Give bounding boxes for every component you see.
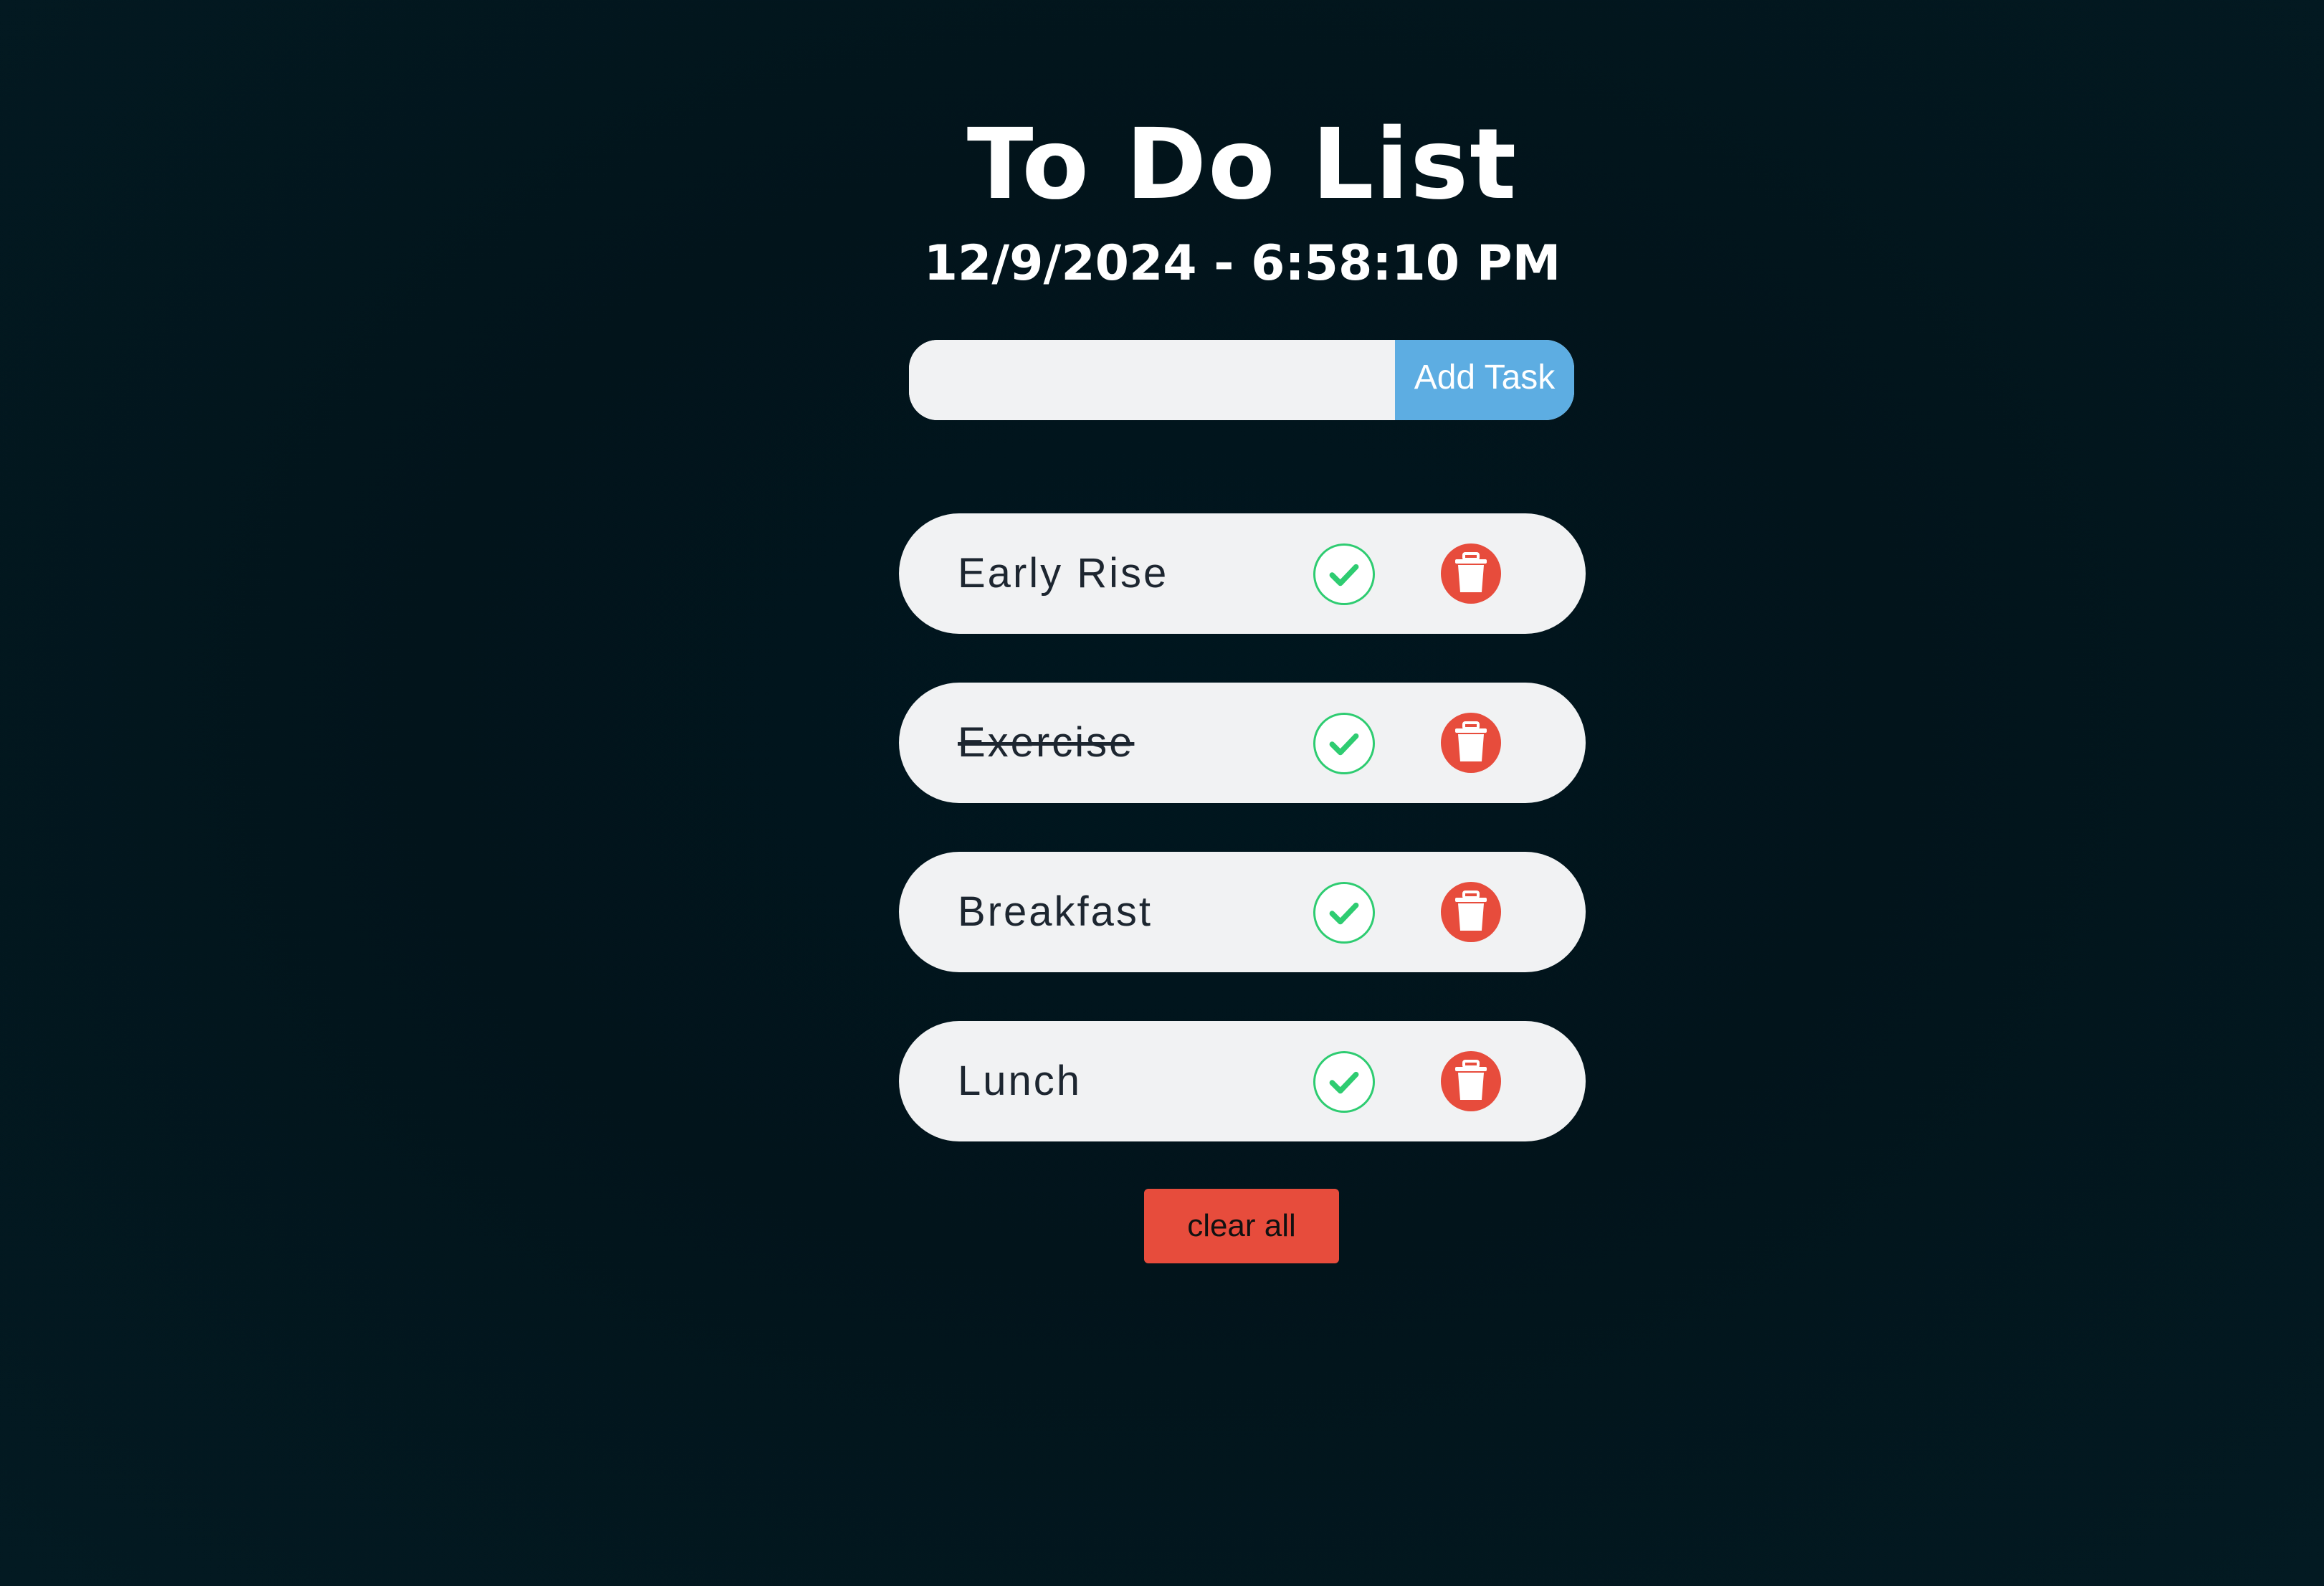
- current-datetime: 12/9/2024 - 6:58:10 PM: [923, 235, 1561, 292]
- task-list: Early Rise Exercise Breakfast Lunch: [899, 513, 1586, 1190]
- check-icon: [1329, 1071, 1359, 1094]
- trash-icon: [1455, 1060, 1487, 1100]
- check-icon: [1329, 564, 1359, 587]
- trash-icon: [1455, 552, 1487, 592]
- task-item: Breakfast: [899, 852, 1586, 972]
- delete-button[interactable]: [1441, 1051, 1501, 1111]
- complete-button[interactable]: [1313, 713, 1375, 774]
- task-label[interactable]: Early Rise: [958, 513, 1168, 634]
- task-item: Early Rise: [899, 513, 1586, 634]
- complete-button[interactable]: [1313, 882, 1375, 944]
- delete-button[interactable]: [1441, 882, 1501, 942]
- add-task-button[interactable]: Add Task: [1395, 340, 1574, 420]
- task-label-completed[interactable]: Exercise: [958, 683, 1134, 803]
- delete-button[interactable]: [1441, 713, 1501, 773]
- delete-button[interactable]: [1441, 543, 1501, 604]
- task-item: Exercise: [899, 683, 1586, 803]
- trash-icon: [1455, 721, 1487, 761]
- task-item: Lunch: [899, 1021, 1586, 1141]
- complete-button[interactable]: [1313, 543, 1375, 605]
- check-icon: [1329, 902, 1359, 925]
- clear-all-button[interactable]: clear all: [1144, 1189, 1339, 1263]
- check-icon: [1329, 733, 1359, 756]
- page-title: To Do List: [966, 108, 1518, 222]
- task-input[interactable]: [909, 340, 1395, 420]
- task-label[interactable]: Lunch: [958, 1021, 1082, 1141]
- complete-button[interactable]: [1313, 1051, 1375, 1113]
- task-label[interactable]: Breakfast: [958, 852, 1153, 972]
- add-task-form: Add Task: [909, 340, 1574, 420]
- trash-icon: [1455, 891, 1487, 931]
